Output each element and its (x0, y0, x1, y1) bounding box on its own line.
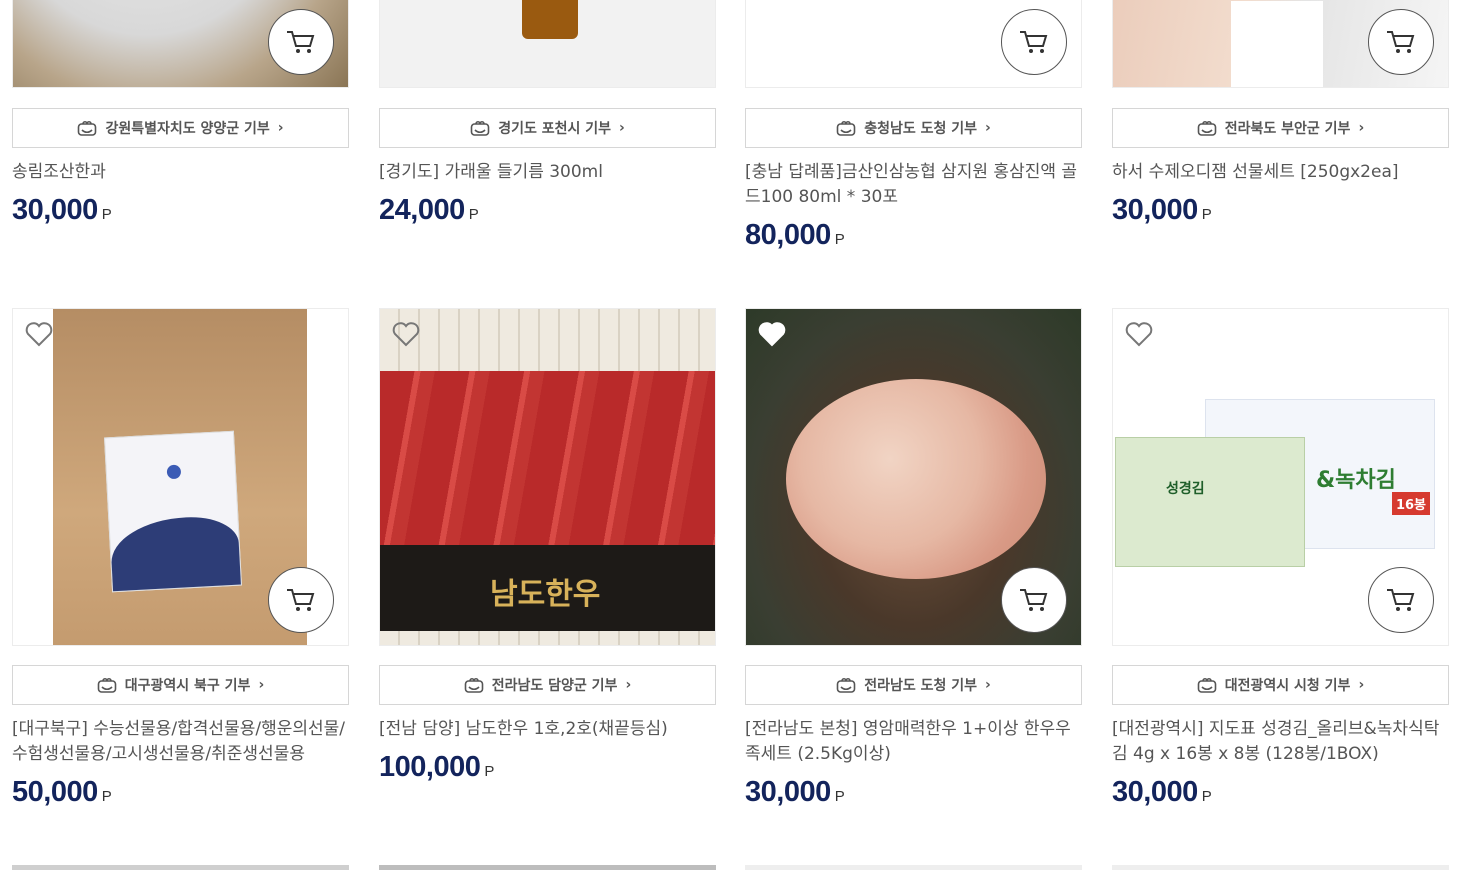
heart-icon[interactable] (1125, 321, 1153, 347)
chevron-right-icon: › (1358, 677, 1365, 693)
donation-region-label: 전라북도 부안군 기부 (1224, 121, 1351, 137)
add-to-cart-button[interactable] (1001, 9, 1067, 75)
card-package (104, 430, 242, 593)
cart-icon (1020, 589, 1048, 611)
heart-icon[interactable] (758, 321, 786, 347)
next-row-image-edge (1112, 865, 1449, 870)
product-name[interactable]: [전라남도 본청] 영암매력한우 1+이상 한우우족세트 (2.5Kg이상) (745, 717, 1082, 767)
chevron-right-icon: › (277, 120, 284, 136)
next-row-image-edge (745, 865, 1082, 870)
product-name[interactable]: [충남 답례품]금산인삼농협 삼지원 홍삼진액 골드100 80ml * 30포 (745, 160, 1082, 210)
chevron-right-icon: › (619, 120, 625, 136)
hanwoo-box: 남도한우 (380, 545, 715, 631)
next-row-image-edge (379, 865, 716, 870)
donation-region-button[interactable]: 충청남도 도청 기부 › (745, 108, 1082, 148)
add-to-cart-button[interactable] (1368, 567, 1434, 633)
add-to-cart-button[interactable] (268, 9, 334, 75)
heart-icon[interactable] (392, 321, 420, 347)
donation-region-label: 전라남도 도청 기부 (864, 678, 977, 694)
seaweed-count: 16봉 (1391, 492, 1430, 515)
gift-icon (470, 120, 490, 136)
chevron-right-icon: › (258, 677, 265, 693)
product-price: 30,000 P (745, 776, 845, 808)
donation-region-button[interactable]: 대전광역시 시청 기부 › (1112, 665, 1449, 705)
product-name[interactable]: [대구북구] 수능선물용/합격선물용/행운의선물/수험생선물용/고시생선물용/취… (12, 717, 349, 767)
gift-icon (1197, 120, 1217, 136)
cart-icon (287, 31, 315, 53)
product-image[interactable] (379, 0, 716, 88)
product-price: 30,000 P (1112, 194, 1212, 226)
seaweed-label: &녹차김 (1316, 468, 1396, 493)
product-image[interactable] (1112, 0, 1449, 88)
gift-icon (836, 677, 856, 693)
heart-icon[interactable] (25, 321, 53, 347)
product-image[interactable] (12, 308, 349, 646)
product-price: 24,000 P (379, 194, 479, 226)
gift-box (1231, 1, 1323, 87)
cart-icon (1020, 31, 1048, 53)
cart-icon (1387, 589, 1415, 611)
gift-icon (464, 677, 484, 693)
donation-region-button[interactable]: 대구광역시 북구 기부 › (12, 665, 349, 705)
gift-icon (97, 677, 117, 693)
cart-icon (1387, 31, 1415, 53)
product-price: 80,000 P (745, 219, 845, 251)
seaweed-brand: 성경김 (1166, 481, 1205, 497)
chevron-right-icon: › (985, 120, 991, 136)
gift-icon (78, 120, 97, 136)
product-price: 50,000 P (12, 776, 112, 808)
product-name[interactable]: [전남 담양] 남도한우 1호,2호(채끝등심) (379, 717, 716, 742)
product-image[interactable]: &녹차김 16봉 성경김 (1112, 308, 1449, 646)
gift-icon (1197, 677, 1217, 693)
product-name[interactable]: 하서 수제오디잼 선물세트 [250gx2ea] (1112, 160, 1449, 185)
product-price: 30,000 P (12, 194, 112, 226)
donation-region-label: 대구광역시 북구 기부 (124, 678, 251, 694)
next-row-image-edge (12, 865, 349, 870)
gift-icon (836, 120, 856, 136)
chevron-right-icon: › (985, 677, 991, 693)
donation-region-button[interactable]: 전라남도 도청 기부 › (745, 665, 1082, 705)
product-image[interactable] (745, 0, 1082, 88)
beef-slices (380, 371, 715, 551)
product-price: 30,000 P (1112, 776, 1212, 808)
add-to-cart-button[interactable] (268, 567, 334, 633)
hanwoo-logo: 남도한우 (490, 577, 601, 612)
donation-region-label: 강원특별자치도 양양군 기부 (105, 121, 270, 137)
product-name[interactable]: [대전광역시] 지도표 성경김_올리브&녹차식탁김 4g x 16봉 x 8봉 … (1112, 717, 1449, 767)
product-price: 100,000 P (379, 751, 494, 783)
donation-region-label: 전라남도 담양군 기부 (491, 678, 618, 694)
product-name[interactable]: [경기도] 가래울 들기름 300ml (379, 160, 716, 185)
product-image[interactable] (745, 308, 1082, 646)
product-image[interactable] (12, 0, 349, 88)
add-to-cart-button[interactable] (1001, 567, 1067, 633)
product-image[interactable]: 남도한우 (379, 308, 716, 646)
product-name[interactable]: 송림조산한과 (12, 160, 349, 185)
beef-shank (786, 379, 1046, 579)
donation-region-button[interactable]: 전라남도 담양군 기부 › (379, 665, 716, 705)
oil-bottle (522, 0, 578, 39)
donation-region-label: 충청남도 도청 기부 (864, 121, 977, 137)
donation-region-button[interactable]: 전라북도 부안군 기부 › (1112, 108, 1449, 148)
chevron-right-icon: › (1358, 120, 1365, 136)
donation-region-label: 대전광역시 시청 기부 (1224, 678, 1351, 694)
seaweed-packs: 성경김 (1115, 437, 1305, 567)
cart-icon (287, 589, 315, 611)
chevron-right-icon: › (625, 677, 632, 693)
donation-region-label: 경기도 포천시 기부 (498, 121, 611, 137)
add-to-cart-button[interactable] (1368, 9, 1434, 75)
donation-region-button[interactable]: 경기도 포천시 기부 › (379, 108, 716, 148)
donation-region-button[interactable]: 강원특별자치도 양양군 기부 › (12, 108, 349, 148)
